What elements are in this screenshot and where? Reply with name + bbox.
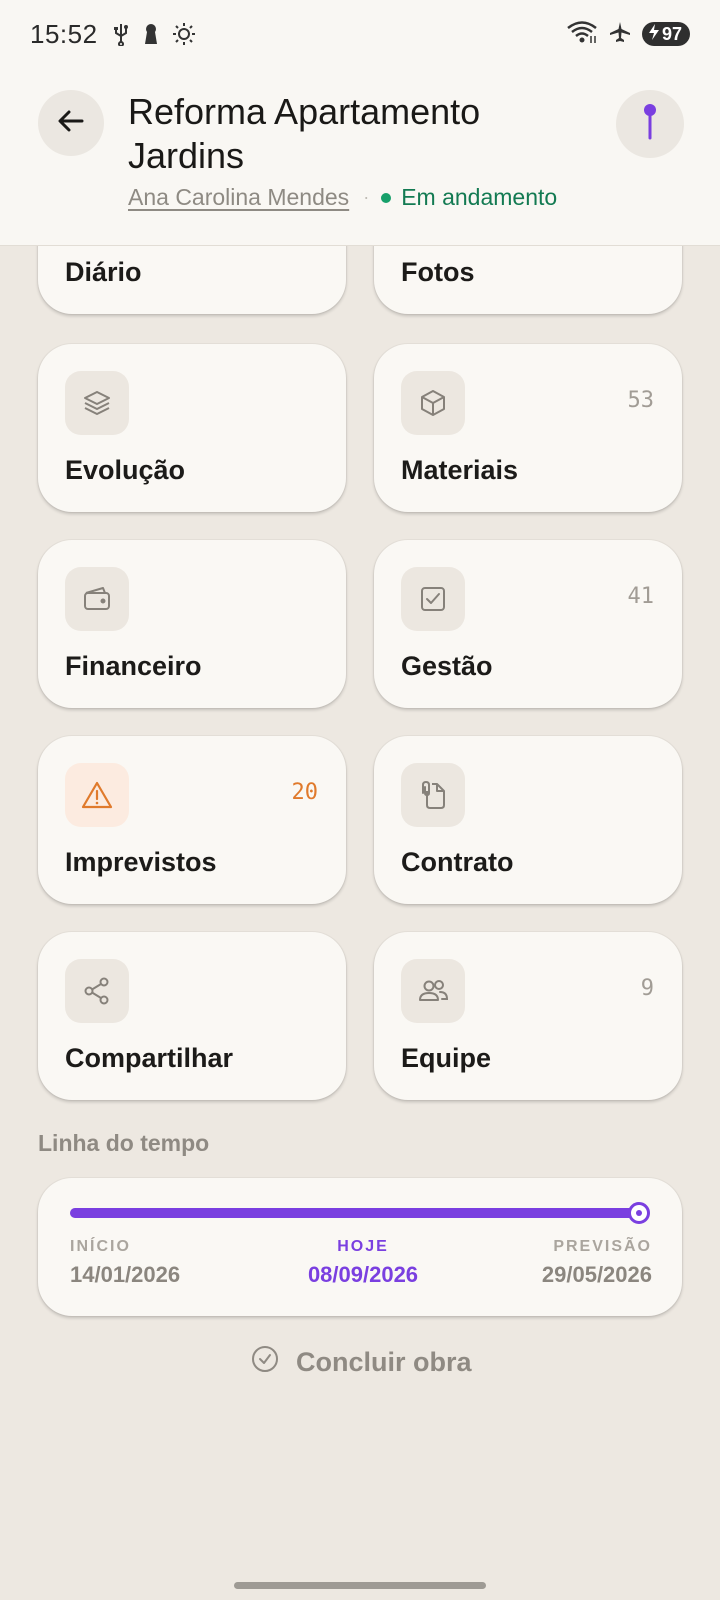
module-count: 9 bbox=[640, 976, 654, 1001]
module-label: Compartilhar bbox=[65, 1043, 234, 1073]
module-label: Equipe bbox=[401, 1043, 492, 1073]
wallet-icon bbox=[65, 567, 129, 631]
home-indicator[interactable] bbox=[234, 1582, 486, 1589]
module-count: 20 bbox=[291, 780, 319, 805]
status-bar: 15:52 97 bbox=[0, 0, 720, 68]
warning-icon bbox=[65, 763, 129, 827]
status-time: 15:52 bbox=[30, 18, 98, 49]
back-button[interactable] bbox=[38, 90, 104, 156]
module-count: 53 bbox=[627, 388, 655, 413]
finish-project-label: Concluir obra bbox=[296, 1346, 472, 1377]
module-card-materiais[interactable]: 53 Materiais bbox=[374, 344, 682, 512]
module-label: Gestão bbox=[401, 651, 493, 681]
modules-scroll[interactable]: Diário Fotos Evolução 53 Materiais Finan… bbox=[0, 246, 720, 1600]
map-pin-icon bbox=[640, 102, 660, 147]
module-card-compartilhar[interactable]: Compartilhar bbox=[38, 932, 346, 1100]
module-label: Materiais bbox=[401, 455, 519, 485]
project-meta: Ana Carolina Mendes · Em andamento bbox=[128, 184, 557, 211]
module-label: Imprevistos bbox=[65, 847, 217, 877]
timeline-end-date: 29/05/2026 bbox=[541, 1262, 652, 1287]
module-count: 41 bbox=[627, 584, 655, 609]
module-label: Fotos bbox=[401, 257, 475, 287]
checkbox-icon bbox=[401, 567, 465, 631]
separator: · bbox=[363, 187, 370, 207]
module-label: Evolução bbox=[65, 455, 186, 485]
layers-icon bbox=[65, 371, 129, 435]
module-card-financeiro[interactable]: Financeiro bbox=[38, 540, 346, 708]
timeline-today-date: 08/09/2026 bbox=[307, 1262, 419, 1287]
timeline-end-label: PREVISÃO bbox=[553, 1238, 652, 1255]
airplane-icon bbox=[608, 20, 632, 49]
page-title: Reforma Apartamento Jardins bbox=[128, 91, 481, 176]
battery-charging-icon bbox=[648, 23, 660, 45]
timeline-progress bbox=[70, 1208, 636, 1218]
module-card-imprevistos[interactable]: 20 Imprevistos bbox=[38, 736, 346, 904]
timeline-marker bbox=[628, 1202, 650, 1224]
timeline-today-label: HOJE bbox=[337, 1238, 389, 1255]
document-clip-icon bbox=[401, 763, 465, 827]
timeline-today: HOJE 08/09/2026 bbox=[288, 1238, 438, 1288]
box-icon bbox=[401, 371, 465, 435]
status-dot bbox=[381, 192, 392, 203]
timeline-end: PREVISÃO 29/05/2026 bbox=[542, 1238, 652, 1288]
wifi-icon bbox=[566, 20, 598, 49]
timeline-section-title: Linha do tempo bbox=[38, 1130, 210, 1156]
status-badge: Em andamento bbox=[401, 184, 558, 210]
timeline-card: INÍCIO 14/01/2026 HOJE 08/09/2026 PREVIS… bbox=[38, 1178, 682, 1316]
arrow-left-icon bbox=[56, 106, 86, 141]
battery-level: 97 bbox=[661, 23, 682, 44]
module-label: Contrato bbox=[401, 847, 514, 877]
battery-indicator: 97 bbox=[641, 22, 690, 46]
module-label: Diário bbox=[65, 257, 142, 287]
users-icon bbox=[401, 959, 465, 1023]
module-card-evolucao[interactable]: Evolução bbox=[38, 344, 346, 512]
client-name-link[interactable]: Ana Carolina Mendes bbox=[128, 184, 349, 211]
project-header: Reforma Apartamento Jardins Ana Carolina… bbox=[0, 68, 720, 246]
finish-project-button[interactable]: Concluir obra bbox=[250, 1334, 472, 1390]
timeline-start-label: INÍCIO bbox=[70, 1238, 131, 1255]
module-card-contrato[interactable]: Contrato bbox=[374, 736, 682, 904]
location-button[interactable] bbox=[616, 90, 684, 158]
brightness-icon bbox=[172, 22, 196, 46]
check-circle-icon bbox=[250, 1344, 280, 1381]
module-card-gestao[interactable]: 41 Gestão bbox=[374, 540, 682, 708]
module-card-equipe[interactable]: 9 Equipe bbox=[374, 932, 682, 1100]
timeline-start-date: 14/01/2026 bbox=[70, 1262, 181, 1287]
timeline-start: INÍCIO 14/01/2026 bbox=[70, 1238, 180, 1288]
share-icon bbox=[65, 959, 129, 1023]
keyhole-icon bbox=[142, 22, 160, 46]
module-card-diario[interactable]: Diário bbox=[38, 246, 346, 314]
module-label: Financeiro bbox=[65, 651, 202, 681]
timeline-track bbox=[70, 1208, 636, 1218]
module-card-fotos[interactable]: Fotos bbox=[374, 246, 682, 314]
usb-icon bbox=[112, 22, 130, 46]
